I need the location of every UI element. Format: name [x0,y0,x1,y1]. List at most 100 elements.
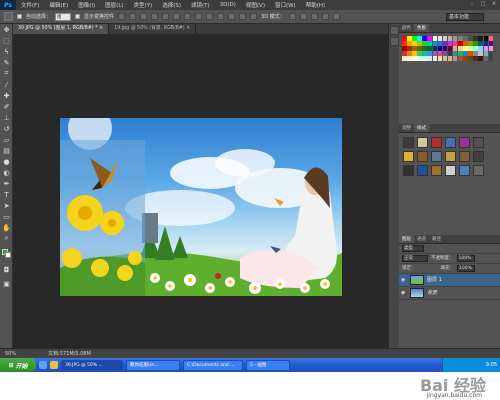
color-swatch[interactable] [422,46,427,51]
maximize-button[interactable]: □ [479,1,487,8]
color-swatch[interactable] [437,46,443,51]
tab-30-jpg[interactable]: 30.JPG @ 50% (图层 1, RGB/8#) * × [13,24,110,34]
color-swatch[interactable] [432,46,438,51]
path-select-tool-icon[interactable]: ➤ [0,200,13,211]
color-swatch[interactable] [437,56,443,61]
style-preset[interactable] [417,164,428,176]
color-swatch[interactable] [452,46,458,51]
color-swatch[interactable] [447,36,453,41]
color-swatch[interactable] [407,56,412,61]
color-swatch[interactable] [488,46,494,51]
style-preset[interactable] [403,150,414,162]
blend-mode-dropdown[interactable]: 正常 [402,254,428,262]
align-left-icon[interactable] [151,13,159,20]
color-swatch[interactable] [447,46,453,51]
task-paint[interactable]: 5 - 画图 [246,359,290,371]
lasso-tool-icon[interactable]: ϟ [0,46,13,57]
style-preset[interactable] [445,136,456,148]
fill-input[interactable]: 100% [457,264,475,272]
color-swatch[interactable] [402,41,407,46]
color-swatch[interactable] [473,51,478,56]
menu-help[interactable]: 帮助(H) [301,1,330,9]
style-preset[interactable] [417,150,428,162]
tab-channels[interactable]: 通道 [414,235,429,243]
color-swatch[interactable] [432,36,438,41]
color-swatch[interactable] [452,56,458,61]
color-swatch[interactable] [422,51,427,56]
menu-select[interactable]: 选择(S) [157,1,186,9]
color-swatch[interactable] [488,41,494,46]
ie-icon[interactable] [39,361,47,369]
color-swatch[interactable] [412,56,417,61]
color-swatch[interactable] [442,36,448,41]
menu-3d[interactable]: 3D(D) [215,2,241,8]
layer-name[interactable]: 图层 1 [427,276,442,283]
color-swatch[interactable] [463,56,468,61]
color-swatch[interactable] [483,46,488,51]
tab-layers[interactable]: 图层 [399,234,414,243]
align-right-icon[interactable] [173,13,181,20]
hand-tool-icon[interactable]: ✋ [0,222,13,233]
color-swatch[interactable] [447,56,453,61]
color-swatch[interactable] [422,56,427,61]
3d-roll-icon[interactable] [299,13,307,20]
auto-align-icon[interactable] [250,13,258,20]
eye-icon[interactable]: ◉ [401,277,407,283]
color-swatch[interactable] [412,36,417,41]
color-swatch[interactable] [452,36,458,41]
history-panel-icon[interactable] [389,26,399,35]
eye-icon[interactable]: ◉ [401,290,407,296]
auto-select-dropdown[interactable]: 组 [55,12,72,21]
color-swatch[interactable] [402,51,407,56]
menu-edit[interactable]: 编辑(E) [44,1,73,9]
style-preset[interactable] [473,150,484,162]
color-swatch[interactable] [437,36,443,41]
tab-color[interactable]: 颜色 [399,24,414,32]
align-bottom-icon[interactable] [140,13,148,20]
3d-scale-icon[interactable] [332,13,340,20]
color-swatch[interactable] [468,41,473,46]
shape-tool-icon[interactable]: ▭ [0,211,13,222]
tab-styles[interactable]: 样式 [414,123,429,132]
style-preset[interactable] [445,150,456,162]
screen-mode-icon[interactable]: ▣ [0,278,13,289]
color-swatch[interactable] [422,41,427,46]
color-swatch[interactable] [417,46,422,51]
color-swatch[interactable] [412,46,417,51]
close-button[interactable]: × [490,1,498,8]
distribute-right-icon[interactable] [239,13,247,20]
align-hcenter-icon[interactable] [162,13,170,20]
color-swatch[interactable] [447,41,453,46]
brush-tool-icon[interactable]: ✐ [0,101,13,112]
color-swatch[interactable] [407,51,412,56]
style-preset[interactable] [473,136,484,148]
dodge-tool-icon[interactable]: ◐ [0,167,13,178]
zoom-level[interactable]: 50% [5,351,16,357]
style-preset[interactable] [445,164,456,176]
color-swatch[interactable] [458,51,463,56]
color-swatch[interactable] [468,46,473,51]
menu-type[interactable]: 类型(Y) [129,1,158,9]
clock[interactable]: 9:05 [486,362,497,368]
color-swatch[interactable] [447,51,453,56]
3d-pan-icon[interactable] [310,13,318,20]
color-swatch[interactable] [407,41,412,46]
tab-19-jpg[interactable]: 19.jpg @ 50% (背景, RGB/8#) × [109,24,197,34]
color-swatch[interactable] [432,56,438,61]
color-swatch[interactable] [407,46,412,51]
workspace-dropdown[interactable]: 基本功能 [446,13,484,21]
eraser-tool-icon[interactable]: ▱ [0,134,13,145]
tab-adjustments[interactable]: 调整 [399,124,414,132]
color-swatch[interactable] [412,41,417,46]
color-swatch[interactable] [417,56,422,61]
auto-select-checkbox[interactable] [17,14,22,19]
distribute-vcenter-icon[interactable] [195,13,203,20]
color-swatch[interactable] [452,51,458,56]
task-photoshop[interactable]: 30.JPG @ 50% ... [61,359,123,371]
color-swatch[interactable] [402,36,407,41]
distribute-bottom-icon[interactable] [206,13,214,20]
style-preset[interactable] [403,164,414,176]
background-color[interactable] [5,252,11,258]
layer-row-layer1[interactable]: ◉ 图层 1 [399,273,500,287]
menu-window[interactable]: 窗口(W) [270,1,301,9]
